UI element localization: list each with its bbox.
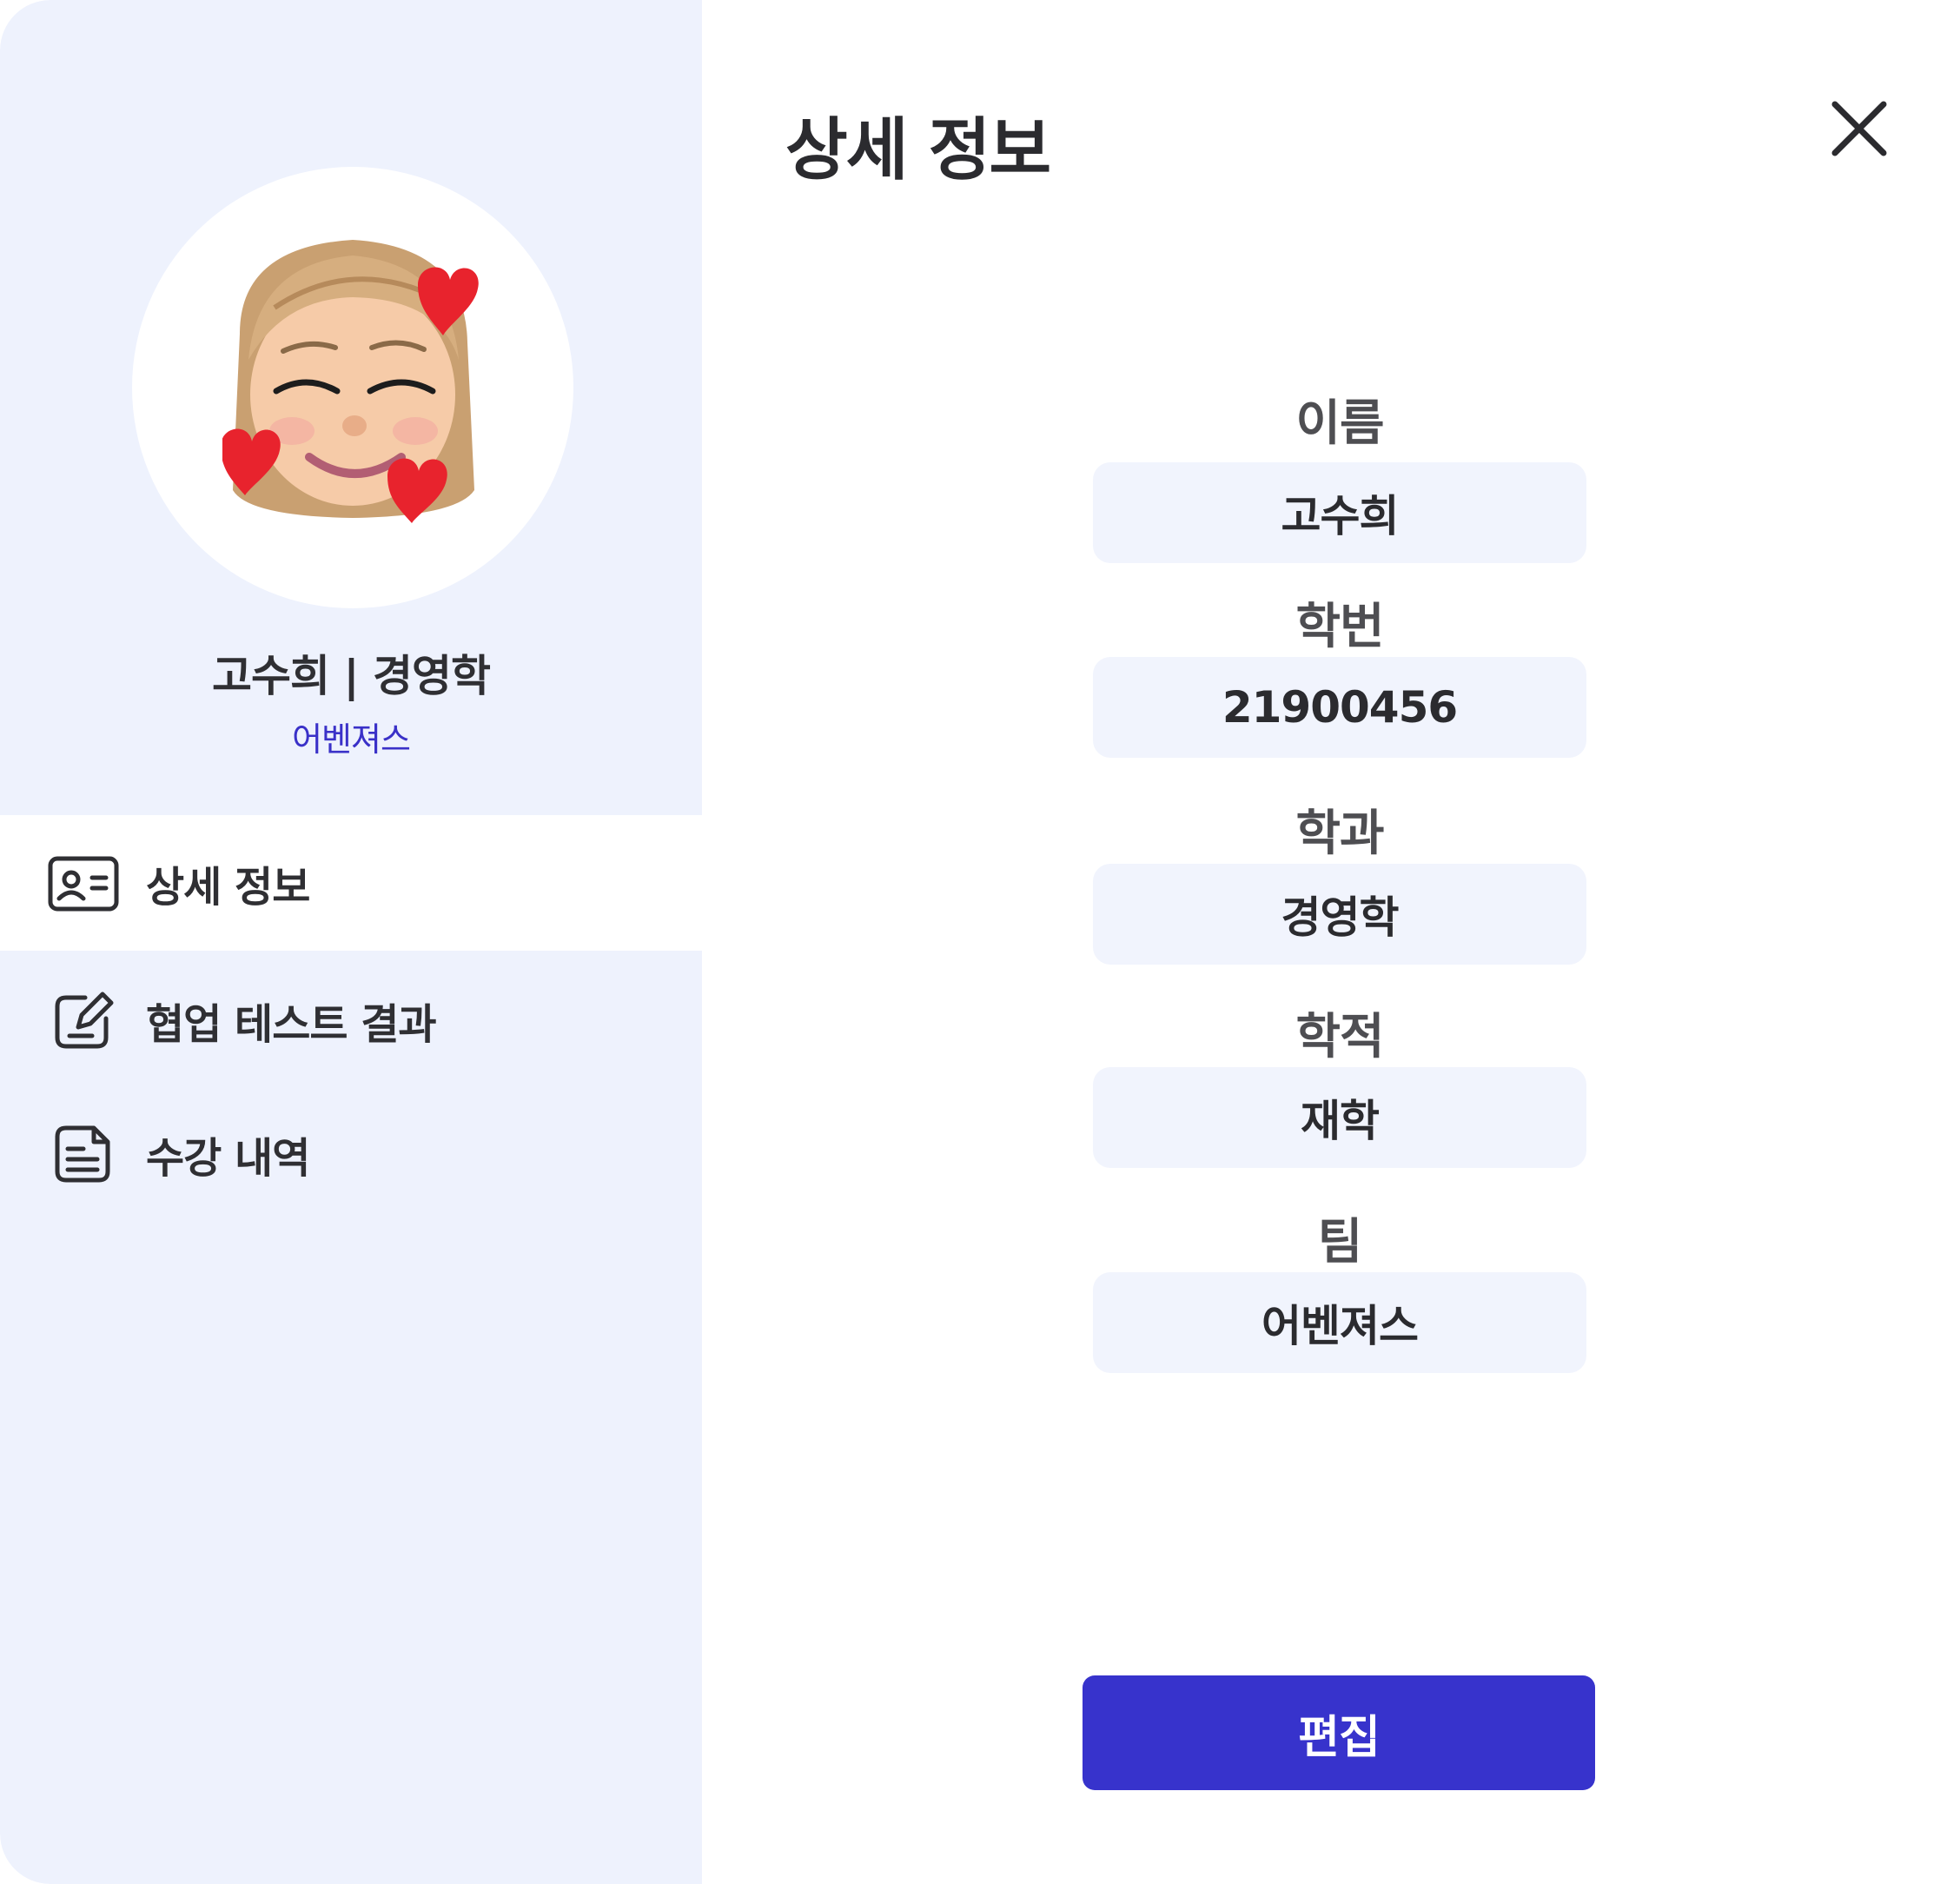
- id-card-icon: [48, 856, 119, 912]
- edit-button[interactable]: 편집: [1083, 1675, 1595, 1790]
- field-value-student-id: 21900456: [1093, 657, 1586, 758]
- field-label-name: 이름: [1295, 395, 1384, 452]
- avatar: [132, 167, 573, 608]
- field-label-department: 학과: [1295, 806, 1384, 862]
- sidebar-item-label: 수강 내역: [146, 1134, 310, 1183]
- field-label-team: 팀: [1317, 1214, 1363, 1270]
- page-title: 상세 정보: [785, 111, 1051, 189]
- sidebar-item-detail-info[interactable]: 상세 정보: [0, 815, 702, 951]
- sidebar-item-course-history[interactable]: 수강 내역: [0, 1086, 702, 1222]
- memoji-avatar-icon: [222, 240, 479, 523]
- sidebar-item-collab-test-results[interactable]: 협업 테스트 결과: [0, 952, 702, 1088]
- sidebar-item-label: 상세 정보: [146, 863, 310, 912]
- sidebar-item-label: 협업 테스트 결과: [146, 1000, 437, 1049]
- field-label-enrollment-status: 학적: [1295, 1009, 1384, 1065]
- field-value-name: 고수희: [1093, 462, 1586, 563]
- document-list-icon: [55, 1125, 110, 1183]
- field-value-team: 어벤져스: [1093, 1272, 1586, 1373]
- profile-team: 어벤져스: [292, 720, 411, 759]
- close-icon[interactable]: [1824, 94, 1894, 163]
- field-value-enrollment-status: 재학: [1093, 1067, 1586, 1168]
- profile-name-major: 고수희 | 경영학: [211, 651, 491, 701]
- edit-note-icon: [55, 992, 114, 1049]
- field-label-student-id: 학번: [1295, 599, 1384, 655]
- sidebar: 고수희 | 경영학 어벤져스 상세 정보 협업 테스트 결과 수강 내역: [0, 0, 702, 1884]
- detail-modal: 고수희 | 경영학 어벤져스 상세 정보 협업 테스트 결과 수강 내역 상세 …: [0, 0, 1960, 1884]
- field-value-department: 경영학: [1093, 864, 1586, 965]
